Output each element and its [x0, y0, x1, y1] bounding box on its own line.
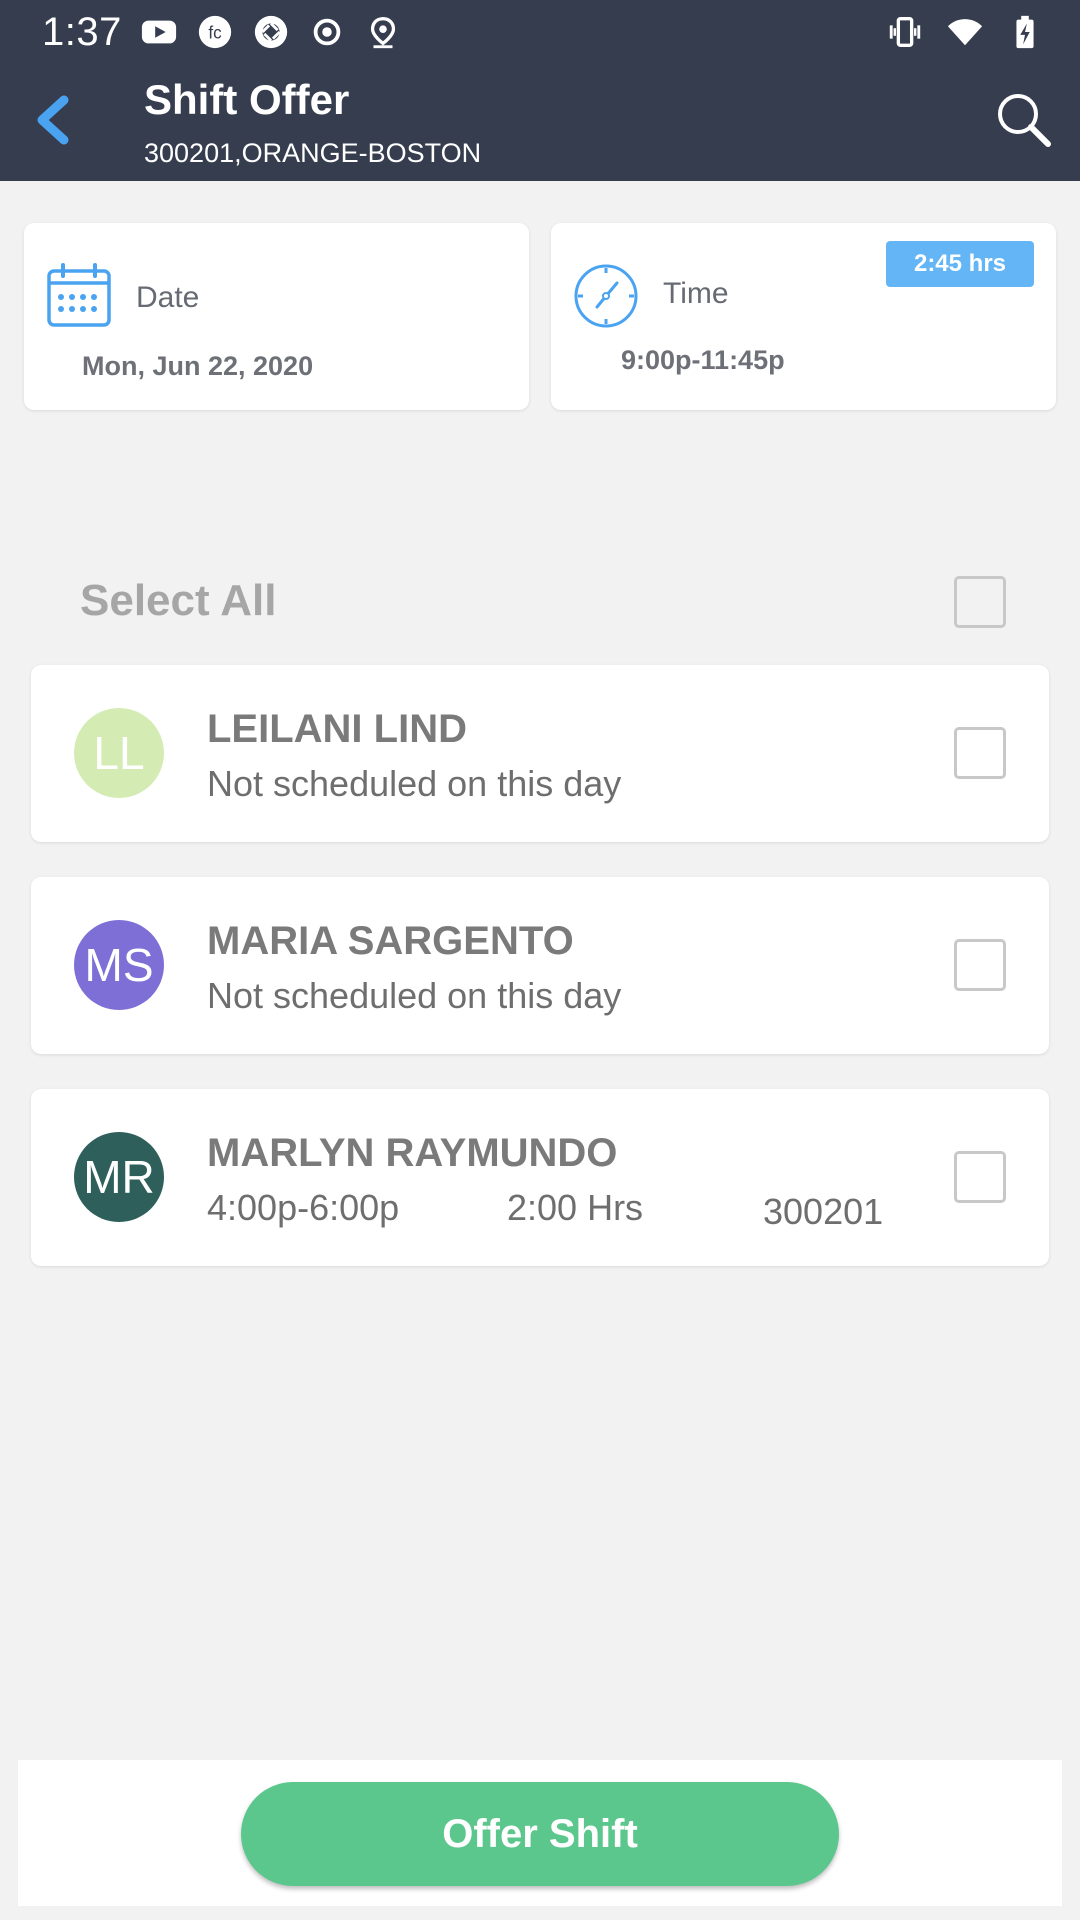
select-all-checkbox[interactable]	[954, 576, 1006, 628]
camera-shutter-icon	[252, 13, 290, 51]
employee-status: Not scheduled on this day	[207, 975, 622, 1016]
time-label: Time	[663, 277, 729, 310]
date-label: Date	[136, 281, 200, 314]
employee-checkbox[interactable]	[954, 727, 1006, 779]
back-button[interactable]	[28, 90, 78, 150]
date-value: Mon, Jun 22, 2020	[82, 351, 314, 381]
avatar: MS	[74, 920, 164, 1010]
top-bar: 1:37 fc Shift Offer 300201,ORANGE-BOSTON	[0, 0, 1080, 181]
time-card: Time 9:00p-11:45p 2:45 hrs	[551, 223, 1056, 410]
page-subtitle: 300201,ORANGE-BOSTON	[144, 138, 482, 168]
employee-name: LEILANI LIND	[207, 707, 467, 751]
employee-shift-time: 4:00p-6:00p	[207, 1187, 400, 1228]
status-system-icons	[886, 12, 1044, 52]
status-notification-icons: fc	[140, 12, 402, 52]
employee-status: Not scheduled on this day	[207, 763, 622, 804]
employee-row[interactable]: MS MARIA SARGENTO Not scheduled on this …	[31, 877, 1049, 1054]
record-icon	[308, 13, 346, 51]
status-time: 1:37	[42, 10, 122, 54]
clock-icon	[573, 263, 639, 329]
date-card: Date Mon, Jun 22, 2020	[24, 223, 529, 410]
chevron-left-icon	[37, 95, 69, 145]
duration-badge: 2:45 hrs	[886, 241, 1034, 287]
wifi-icon	[946, 13, 984, 51]
avatar: LL	[74, 708, 164, 798]
search-button[interactable]	[994, 90, 1054, 150]
fc-app-icon: fc	[196, 13, 234, 51]
select-all-label: Select All	[80, 576, 277, 625]
battery-charging-icon	[1006, 13, 1044, 51]
employee-row[interactable]: MR MARLYN RAYMUNDO 4:00p-6:00p 2:00 Hrs …	[31, 1089, 1049, 1266]
youtube-icon	[140, 13, 178, 51]
calendar-icon	[46, 263, 112, 329]
location-icon	[364, 13, 402, 51]
status-bar: 1:37 fc	[0, 0, 1080, 62]
offer-shift-button[interactable]: Offer Shift	[241, 1782, 839, 1886]
employee-shift-hours: 2:00 Hrs	[507, 1187, 644, 1228]
time-value: 9:00p-11:45p	[621, 345, 785, 375]
avatar: MR	[74, 1132, 164, 1222]
employee-shift-location: 300201	[763, 1191, 884, 1232]
svg-text:fc: fc	[208, 24, 222, 43]
search-icon	[998, 94, 1051, 147]
employee-checkbox[interactable]	[954, 1151, 1006, 1203]
employee-checkbox[interactable]	[954, 939, 1006, 991]
employee-name: MARLYN RAYMUNDO	[207, 1131, 618, 1175]
page-title: Shift Offer	[144, 76, 350, 123]
employee-name: MARIA SARGENTO	[207, 919, 574, 963]
vibrate-icon	[886, 13, 924, 51]
employee-row[interactable]: LL LEILANI LIND Not scheduled on this da…	[31, 665, 1049, 842]
app-bar: Shift Offer 300201,ORANGE-BOSTON	[0, 62, 1080, 181]
